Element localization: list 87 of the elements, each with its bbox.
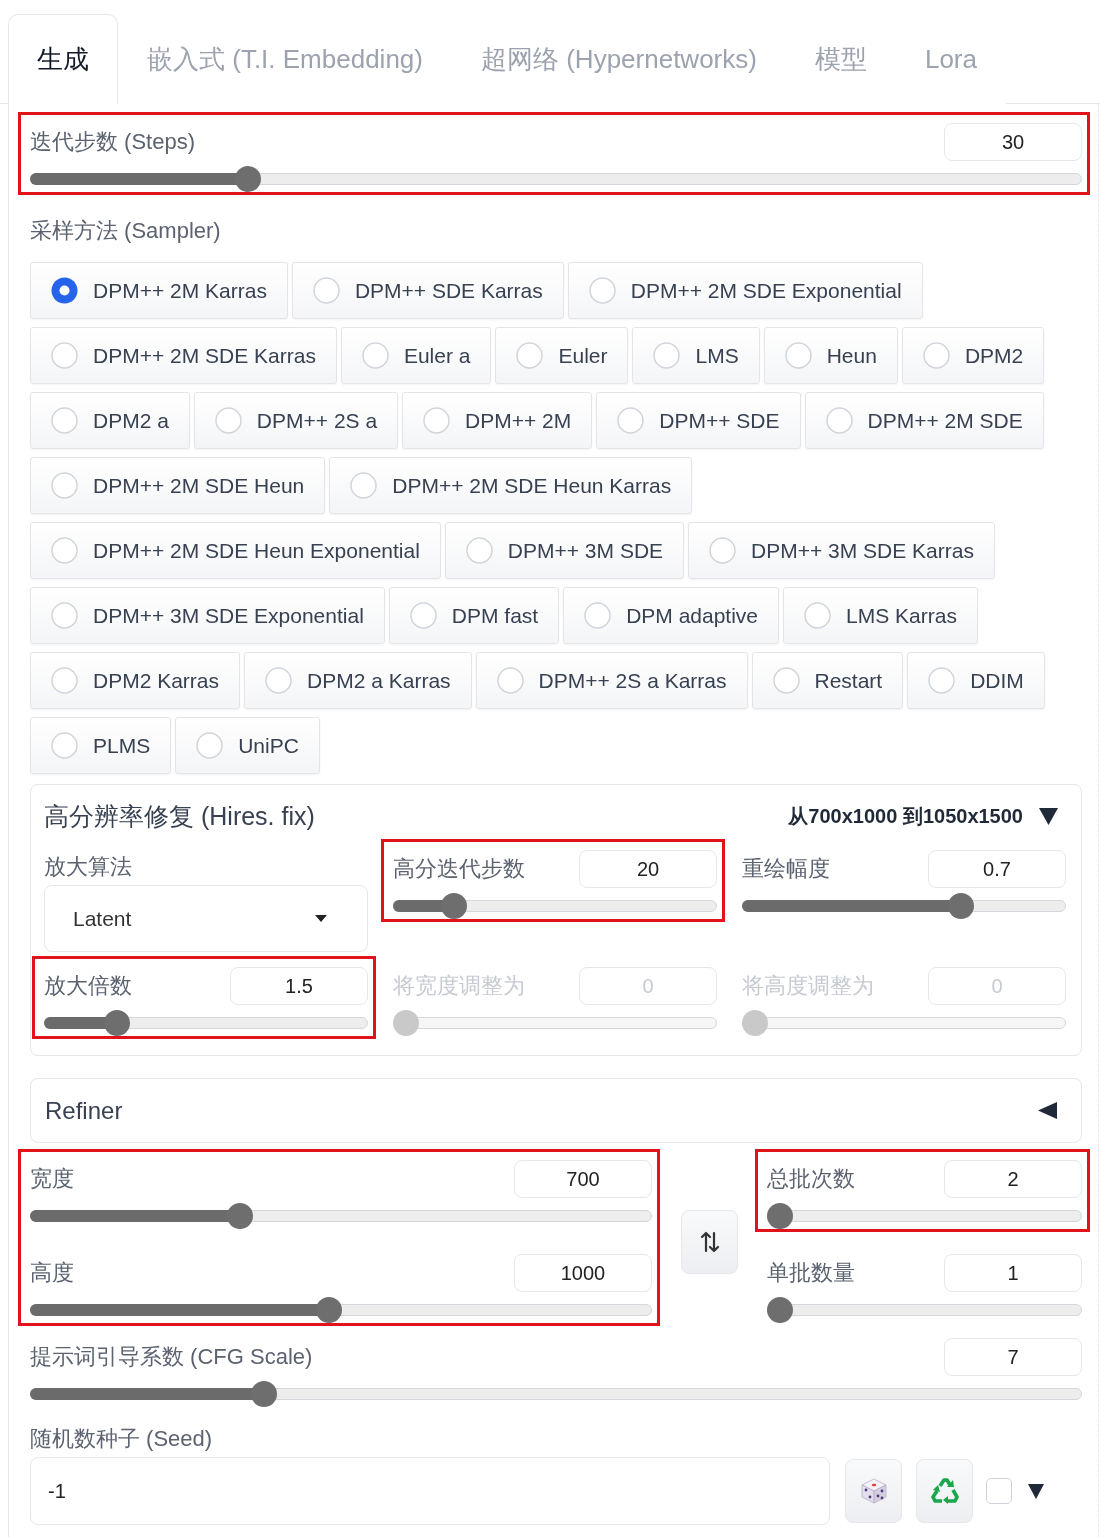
slider-thumb[interactable] — [767, 1203, 793, 1229]
radio-option[interactable]: LMS — [632, 327, 760, 384]
slider[interactable] — [30, 1381, 1082, 1407]
field-label: 采样方法 (Sampler) — [30, 217, 221, 245]
field-label: 总批次数 — [767, 1165, 855, 1193]
dice-icon — [859, 1477, 888, 1505]
number-field[interactable]: 1.5 — [230, 967, 368, 1005]
radio-option[interactable]: DPM++ 2S a — [193, 392, 399, 449]
radio-option[interactable]: DPM++ 2M SDE Heun Exponential — [30, 522, 441, 579]
radio-option[interactable]: Restart — [751, 652, 904, 709]
radio-option[interactable]: LMS Karras — [783, 587, 978, 644]
slider[interactable] — [767, 1203, 1082, 1229]
slider[interactable] — [30, 1297, 652, 1323]
number-field[interactable]: 2 — [944, 1160, 1082, 1198]
number-field[interactable]: 0.7 — [928, 850, 1066, 888]
radio-option[interactable]: DPM++ 2S a Karras — [475, 652, 748, 709]
number-field[interactable]: 7 — [944, 1338, 1082, 1376]
number-field[interactable]: 700 — [514, 1160, 652, 1198]
radio-option[interactable]: DPM++ 3M SDE — [444, 522, 685, 579]
radio-option[interactable]: PLMS — [30, 717, 172, 774]
number-field[interactable]: 20 — [579, 850, 717, 888]
radio-option[interactable]: DPM2 Karras — [30, 652, 241, 709]
number-field[interactable]: 30 — [944, 123, 1082, 161]
slider[interactable] — [393, 893, 717, 919]
field-label: 放大倍数 — [44, 972, 132, 1000]
field-label: 放大算法 — [44, 853, 133, 881]
caret-icon — [315, 915, 327, 922]
slider-thumb[interactable] — [767, 1297, 793, 1323]
radio-option[interactable]: DPM++ SDE — [596, 392, 801, 449]
resolution-summary: 从700x1000 到1050x1500 — [788, 803, 1023, 829]
section-title: 高分辨率修复 (Hires. fix) — [44, 800, 315, 832]
radio-option[interactable]: DPM++ 2M SDE Exponential — [567, 262, 923, 319]
number-field[interactable]: 1000 — [514, 1254, 652, 1292]
slider[interactable] — [767, 1297, 1082, 1323]
field-label: 高分迭代步数 — [393, 855, 525, 883]
tab[interactable]: 生成 — [8, 14, 118, 104]
slider[interactable] — [30, 166, 1082, 192]
accordion-header[interactable]: Refiner — [30, 1078, 1082, 1143]
caret-left-icon[interactable] — [1038, 1102, 1057, 1119]
radio-option[interactable]: DPM++ 2M SDE Heun — [30, 457, 326, 514]
radio-option[interactable]: Euler — [495, 327, 629, 384]
swap-button[interactable] — [681, 1209, 738, 1274]
number-field[interactable]: 1 — [944, 1254, 1082, 1292]
slider-thumb[interactable] — [440, 893, 467, 919]
recycle-icon — [930, 1478, 959, 1504]
slider-thumb[interactable] — [250, 1381, 277, 1407]
radio-option[interactable]: DPM2 — [901, 327, 1045, 384]
radio-option[interactable]: DPM2 a — [30, 392, 190, 449]
slider-thumb[interactable] — [316, 1297, 343, 1323]
slider[interactable] — [30, 1203, 652, 1229]
radio-option[interactable]: Euler a — [340, 327, 492, 384]
field-label: 将宽度调整为 — [393, 972, 525, 1000]
field-label: 宽度 — [30, 1165, 74, 1193]
swap-arrows-icon — [699, 1230, 720, 1253]
radio-option[interactable]: DPM++ 2M SDE — [804, 392, 1044, 449]
radio-option[interactable]: DDIM — [907, 652, 1045, 709]
caret-down-icon[interactable] — [1028, 1483, 1044, 1499]
radio-option[interactable]: DPM++ 2M SDE Karras — [30, 327, 337, 384]
dropdown[interactable]: Latent — [44, 885, 368, 952]
caret-down-icon[interactable] — [1039, 807, 1058, 825]
radio-option[interactable]: DPM adaptive — [563, 587, 780, 644]
radio-option[interactable]: DPM++ 2M SDE Heun Karras — [329, 457, 693, 514]
radio-option[interactable]: DPM2 a Karras — [244, 652, 472, 709]
radio-option[interactable]: DPM++ 3M SDE Exponential — [30, 587, 385, 644]
radio-option[interactable]: UniPC — [175, 717, 320, 774]
reuse-seed-button[interactable] — [916, 1459, 973, 1523]
radio-option[interactable]: DPM fast — [388, 587, 560, 644]
slider-thumb[interactable] — [103, 1010, 130, 1036]
field-label: 将高度调整为 — [742, 972, 874, 1000]
radio-option[interactable]: DPM++ SDE Karras — [291, 262, 564, 319]
field-label: 提示词引导系数 (CFG Scale) — [30, 1343, 313, 1371]
radio-option[interactable]: Heun — [763, 327, 898, 384]
slider-thumb[interactable] — [226, 1203, 253, 1229]
seed-input[interactable]: -1 — [30, 1457, 830, 1525]
radio-option[interactable]: DPM++ 2M — [402, 392, 593, 449]
field-label: 随机数种子 (Seed) — [30, 1425, 213, 1453]
field-label: 单批数量 — [767, 1259, 855, 1287]
slider-thumb[interactable] — [235, 166, 262, 192]
checkbox[interactable] — [986, 1478, 1012, 1504]
field-label: 高度 — [30, 1259, 74, 1287]
field-label: 重绘幅度 — [742, 855, 830, 883]
radio-option[interactable]: DPM++ 2M Karras — [30, 262, 288, 319]
field-label: 迭代步数 (Steps) — [30, 128, 196, 156]
slider-thumb[interactable] — [947, 893, 974, 919]
radio-option[interactable]: DPM++ 3M SDE Karras — [688, 522, 995, 579]
slider[interactable] — [44, 1010, 368, 1036]
slider[interactable] — [742, 893, 1066, 919]
